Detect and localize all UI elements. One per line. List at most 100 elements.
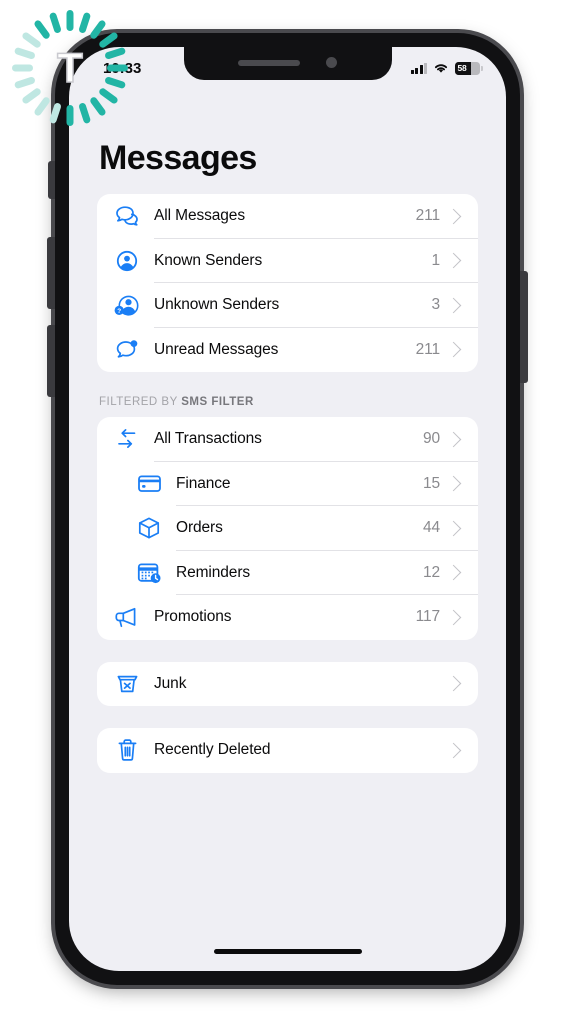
chat-bubble-badge-icon (111, 337, 143, 363)
cellular-signal-icon (410, 62, 427, 74)
list-card-mailboxes: All Messages 211 Known Senders 1? Unknown Se… (97, 194, 478, 372)
phone-screen: 10:33 58 (69, 47, 506, 971)
list-item-count: 12 (422, 563, 440, 581)
front-camera-icon (326, 57, 337, 68)
spinner-dash (21, 31, 43, 50)
screenshot-stage: 10:33 58 (0, 0, 576, 1024)
list-item[interactable]: Reminders 12 (97, 551, 478, 595)
spinner-dash (48, 11, 62, 34)
list-item-label: Orders (176, 519, 223, 537)
list-item-label: Known Senders (154, 251, 263, 269)
list-item-label: All Messages (154, 207, 245, 225)
spinner-dash (88, 95, 107, 117)
home-indicator[interactable] (213, 949, 362, 954)
list-item-count: 15 (422, 474, 440, 492)
list-item-label: Promotions (154, 608, 232, 626)
list-item[interactable]: Unread Messages 211 (97, 328, 478, 373)
spinner-dash (104, 76, 127, 90)
list-item-label: Reminders (176, 563, 251, 581)
list-item[interactable]: Orders 44 (97, 506, 478, 551)
volume-up-button[interactable] (47, 237, 55, 309)
chevron-right-icon (445, 675, 462, 692)
junk-bin-icon (111, 671, 143, 697)
list-item-label: All Transactions (154, 430, 262, 448)
package-box-icon (133, 515, 165, 541)
list-item-label: Unknown Senders (154, 296, 280, 314)
mailbox-sections: All Messages 211 Known Senders 1? Unknown Se… (69, 194, 506, 773)
spinner-dash (48, 102, 62, 125)
spinner-dash (12, 64, 33, 72)
power-button[interactable] (520, 271, 528, 383)
spinner-dash (66, 10, 74, 31)
brand-letter-t: T (56, 44, 83, 91)
list-item-count: 90 (422, 430, 440, 448)
page-title: Messages (99, 139, 257, 177)
megaphone-icon (111, 604, 143, 630)
section-header-filter-name: SMS FILTER (181, 396, 254, 408)
chevron-right-icon (445, 609, 462, 626)
trash-icon (111, 737, 143, 763)
list-card-junk: Junk (97, 661, 478, 707)
spinner-dash (88, 19, 107, 41)
spinner-dash (78, 11, 92, 34)
spinner-dash (97, 31, 119, 50)
spinner-dash (104, 46, 127, 60)
list-item-count: 117 (415, 608, 441, 626)
list-item[interactable]: All Transactions 90 (97, 417, 478, 462)
wifi-icon (433, 62, 449, 74)
chevron-right-icon (445, 341, 462, 358)
list-item[interactable]: Junk (97, 662, 478, 707)
person-question-icon: ? (111, 292, 143, 318)
calendar-clock-icon (133, 560, 165, 586)
loading-spinner-logo: T (6, 4, 134, 132)
list-item-label: Unread Messages (154, 340, 279, 358)
display-notch (183, 47, 392, 80)
battery-percent-label: 58 (457, 63, 467, 73)
spinner-dash (33, 95, 52, 117)
transactions-arrows-icon (111, 426, 143, 452)
spinner-dash (13, 46, 36, 60)
list-item[interactable]: Known Senders 1 (97, 239, 478, 283)
spinner-dash (97, 86, 119, 105)
list-card-recently-deleted: Recently Deleted (97, 728, 478, 773)
list-item-label: Junk (154, 674, 187, 692)
chevron-right-icon (445, 475, 462, 492)
list-item[interactable]: Promotions 117 (97, 595, 478, 640)
earpiece-speaker-icon (238, 59, 300, 66)
list-item[interactable]: Recently Deleted (97, 728, 478, 773)
status-bar-indicators: 58 (410, 61, 483, 75)
chevron-right-icon (445, 431, 462, 448)
chevron-right-icon (445, 742, 462, 759)
list-item-count: 211 (415, 340, 441, 358)
credit-card-icon (133, 471, 165, 497)
list-item[interactable]: All Messages 211 (97, 194, 478, 239)
list-item-label: Finance (176, 474, 231, 492)
person-circle-icon (111, 248, 143, 274)
list-item-count: 211 (415, 207, 441, 225)
list-item-count: 44 (422, 519, 440, 537)
section-header-sms-filter: FILTERED BY SMS FILTER (69, 394, 506, 417)
mute-switch-button[interactable] (48, 161, 55, 199)
list-item[interactable]: Finance 15 (97, 462, 478, 506)
volume-down-button[interactable] (47, 325, 55, 397)
chevron-right-icon (445, 252, 462, 269)
messages-mailboxes-screen: Messages All Messages 211 Known Senders 1? U… (69, 47, 506, 971)
phone-frame: 10:33 58 (47, 33, 528, 985)
chevron-right-icon (445, 520, 462, 537)
spinner-dash (66, 105, 74, 126)
svg-text:?: ? (117, 308, 121, 315)
list-item[interactable]: ? Unknown Senders 3 (97, 283, 478, 328)
section-header-prefix: FILTERED BY (99, 396, 182, 408)
list-card-sms-filter: All Transactions 90 Finance 15 Orders 44 Remin… (97, 417, 478, 640)
chevron-right-icon (445, 208, 462, 225)
battery-icon: 58 (455, 61, 483, 75)
two-chat-bubbles-icon (111, 203, 143, 229)
spinner-dash (21, 86, 43, 105)
spinner-dash (78, 102, 92, 125)
chevron-right-icon (445, 297, 462, 314)
list-item-label: Recently Deleted (154, 741, 271, 759)
spinner-dash (33, 19, 52, 41)
spinner-dash (13, 76, 36, 90)
chevron-right-icon (445, 564, 462, 581)
spinner-dash (107, 64, 128, 72)
